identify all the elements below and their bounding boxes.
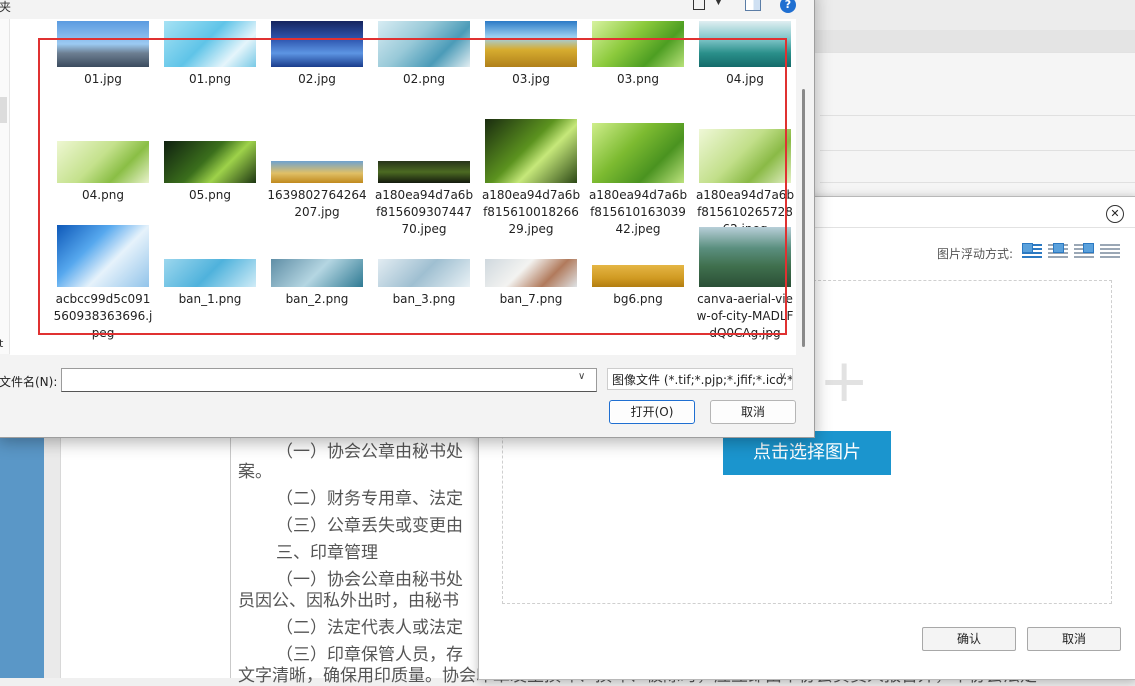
page-margin-line — [230, 432, 231, 678]
filename-input[interactable] — [61, 368, 597, 392]
divider — [820, 182, 1135, 183]
float-center-icon[interactable] — [1100, 242, 1120, 258]
file-thumbnail[interactable] — [57, 141, 149, 183]
editor-ribbon — [810, 30, 1135, 52]
file-name: 02.png — [403, 72, 445, 86]
file-name: ban_3.png — [392, 292, 456, 306]
file-thumbnail[interactable] — [485, 21, 577, 67]
filename-label: 文件名(N): — [0, 375, 58, 389]
editor-left-rail — [0, 432, 44, 678]
file-thumbnail[interactable] — [485, 119, 577, 183]
float-mode-label: 图片浮动方式: — [937, 247, 1014, 261]
float-right-icon[interactable] — [1074, 242, 1094, 258]
file-item[interactable]: ban_3.png — [374, 223, 474, 377]
document-line: （一）协会公章由秘书处 — [276, 442, 463, 462]
file-name: 1639802764264207.jpg — [267, 188, 367, 219]
close-icon[interactable]: ✕ — [1106, 205, 1124, 223]
open-button[interactable]: 打开(O) — [609, 400, 695, 424]
file-name: ban_2.png — [285, 292, 349, 306]
file-item[interactable]: ban_1.png — [160, 223, 260, 377]
file-thumbnail[interactable] — [592, 123, 684, 183]
float-inline-icon[interactable] — [1022, 242, 1042, 258]
file-list[interactable]: 01.jpg 01.png 02.jpg 02.png 03.jpg 03.png 04.j… — [10, 19, 796, 355]
file-name: 04.png — [82, 188, 124, 202]
file-name: 01.jpg — [84, 72, 122, 86]
file-name: 03.png — [617, 72, 659, 86]
nav-item-label: t — [0, 337, 4, 350]
document-line: （三）公章丢失或变更由 — [276, 516, 463, 536]
nav-selected-item[interactable] — [0, 97, 7, 123]
file-thumbnail[interactable] — [164, 141, 256, 183]
image-add-icon: + — [819, 346, 870, 416]
document-line: 三、印章管理 — [276, 543, 378, 563]
file-name: ban_1.png — [178, 292, 242, 306]
file-name: 03.jpg — [512, 72, 550, 86]
file-thumbnail[interactable] — [699, 129, 791, 183]
file-name: acbcc99d5c091560938363696.jpeg — [53, 292, 153, 340]
file-thumbnail[interactable] — [164, 21, 256, 67]
scrollbar[interactable] — [802, 89, 805, 347]
editor-toolbar — [810, 0, 1135, 30]
cancel-button[interactable]: 取消 — [710, 400, 796, 424]
document-line: （二）财务专用章、法定 — [276, 489, 463, 509]
file-name: 01.png — [189, 72, 231, 86]
document-line: 案。 — [238, 462, 272, 482]
file-thumbnail[interactable] — [378, 21, 470, 67]
file-thumbnail[interactable] — [271, 259, 363, 287]
file-name: ban_7.png — [499, 292, 563, 306]
file-thumbnail[interactable] — [57, 21, 149, 67]
document-line: （二）法定代表人或法定 — [276, 618, 463, 638]
filetype-select[interactable]: 图像文件 (*.tif;*.pjp;*.jfif;*.ico;* — [607, 368, 793, 390]
float-left-icon[interactable] — [1048, 242, 1068, 258]
dialog-title: 夹 — [0, 0, 12, 14]
cancel-button[interactable]: 取消 — [1027, 627, 1121, 651]
file-thumbnail[interactable] — [271, 21, 363, 67]
confirm-button[interactable]: 确认 — [922, 627, 1016, 651]
file-thumbnail[interactable] — [378, 161, 470, 183]
document-line: 员因公、因私外出时，由秘书 — [238, 591, 459, 611]
file-thumbnail[interactable] — [592, 265, 684, 287]
chevron-down-icon[interactable]: ∨ — [578, 371, 585, 382]
file-thumbnail[interactable] — [57, 225, 149, 287]
chevron-down-icon[interactable]: ▼ — [715, 0, 722, 7]
chevron-down-icon[interactable]: ∨ — [779, 371, 786, 382]
file-thumbnail[interactable] — [271, 161, 363, 183]
file-thumbnail[interactable] — [699, 227, 791, 287]
divider — [820, 115, 1135, 116]
file-item[interactable]: canva-aerial-view-of-city-MADLFdQ0CAg.jp… — [695, 223, 795, 377]
file-name: 02.jpg — [298, 72, 336, 86]
preview-pane-icon[interactable] — [745, 0, 761, 11]
file-thumbnail[interactable] — [164, 259, 256, 287]
divider — [820, 150, 1135, 151]
file-name: bg6.png — [613, 292, 663, 306]
file-thumbnail[interactable] — [378, 259, 470, 287]
file-name: canva-aerial-view-of-city-MADLFdQ0CAg.jp… — [696, 292, 794, 340]
file-item[interactable]: bg6.png — [588, 223, 688, 377]
file-thumbnail[interactable] — [592, 21, 684, 67]
help-icon[interactable]: ? — [780, 0, 796, 13]
file-thumbnail[interactable] — [699, 21, 791, 67]
file-item[interactable]: acbcc99d5c091560938363696.jpeg — [53, 223, 153, 377]
file-name: 04.jpg — [726, 72, 764, 86]
navigation-pane[interactable]: t — [0, 19, 10, 354]
file-item[interactable]: ban_2.png — [267, 223, 367, 377]
file-item[interactable]: ban_7.png — [481, 223, 581, 377]
editor-side-panel — [810, 52, 1135, 193]
file-open-dialog: 夹 ▼ ? t 01.jpg 01.png 02.jpg 02.png 03.jpg 03… — [0, 0, 815, 438]
file-name: 05.png — [189, 188, 231, 202]
file-thumbnail[interactable] — [485, 259, 577, 287]
view-mode-icon[interactable] — [693, 0, 705, 10]
